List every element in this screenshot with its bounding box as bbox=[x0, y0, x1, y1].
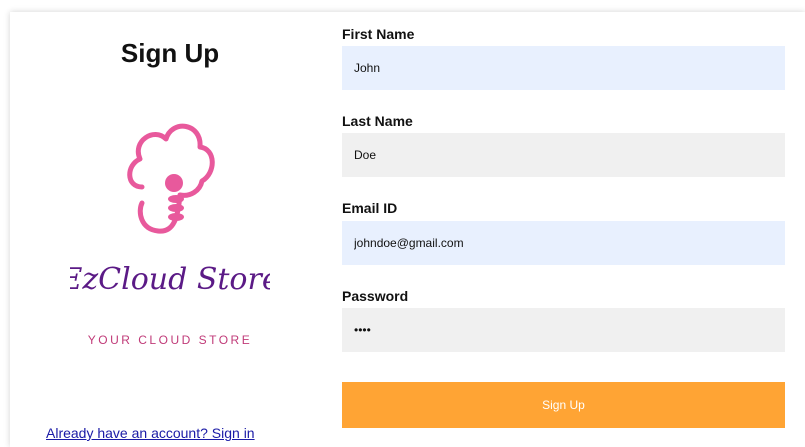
signin-link[interactable]: Already have an account? Sign in bbox=[46, 425, 255, 441]
signup-button[interactable]: Sign Up bbox=[342, 382, 785, 428]
cloud-database-icon bbox=[127, 123, 215, 234]
first-name-label: First Name bbox=[342, 26, 415, 42]
password-field[interactable] bbox=[342, 308, 785, 352]
email-field[interactable] bbox=[342, 221, 785, 265]
page-title: Sign Up bbox=[120, 38, 220, 68]
password-label: Password bbox=[342, 288, 409, 304]
ezcloud-store-logo: EzCloud Store YOUR CLOUD STORE bbox=[70, 123, 270, 347]
branding-panel: Sign Up EzCloud Store YOUR CLOUD STORE A… bbox=[10, 12, 330, 447]
brand-tagline: YOUR CLOUD STORE bbox=[88, 333, 252, 347]
last-name-label: Last Name bbox=[342, 113, 413, 129]
signup-card: Sign Up EzCloud Store YOUR CLOUD STORE A… bbox=[10, 12, 805, 447]
first-name-field[interactable] bbox=[342, 46, 785, 90]
brand-name: EzCloud Store bbox=[70, 262, 270, 297]
last-name-field[interactable] bbox=[342, 133, 785, 177]
email-label: Email ID bbox=[342, 200, 398, 216]
